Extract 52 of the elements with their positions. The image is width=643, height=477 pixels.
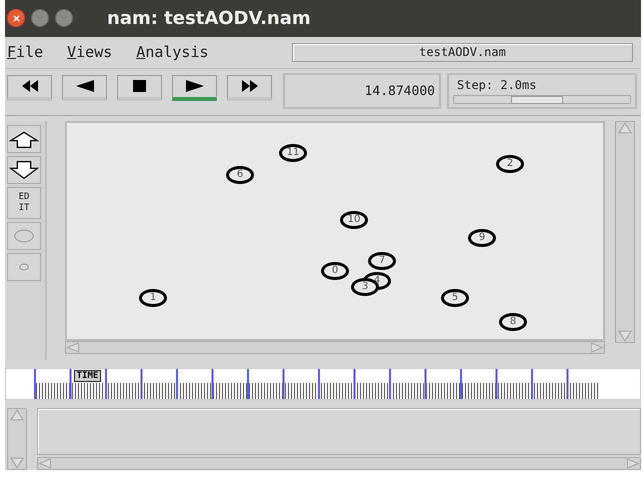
stop-icon xyxy=(131,79,148,94)
horizontal-scrollbar[interactable] xyxy=(65,340,605,354)
circle-button[interactable] xyxy=(7,252,41,281)
rewind-button[interactable] xyxy=(7,74,52,101)
down-arrow-icon[interactable] xyxy=(9,457,25,469)
network-node: 2 xyxy=(496,154,524,173)
rewind-icon xyxy=(20,79,40,94)
network-node: 8 xyxy=(499,312,527,331)
vertical-scrollbar[interactable] xyxy=(615,120,635,343)
timeline[interactable]: TIME xyxy=(5,368,641,400)
circle-button[interactable] xyxy=(7,222,41,250)
up-arrow-icon[interactable] xyxy=(9,409,25,422)
network-node: 7 xyxy=(368,252,396,270)
right-arrow-icon[interactable] xyxy=(590,342,604,353)
network-node: 10 xyxy=(340,210,368,229)
step-slider[interactable] xyxy=(453,94,631,104)
time-display: 14.874000 xyxy=(283,72,441,109)
left-arrow-icon[interactable] xyxy=(38,458,52,469)
window-title: nam: testAODV.nam xyxy=(107,8,311,29)
vertical-scrollbar[interactable] xyxy=(7,408,27,470)
edit-button[interactable]: EDIT xyxy=(7,186,41,219)
maximize-button[interactable] xyxy=(55,9,73,28)
step-label: Step: 2.0ms xyxy=(457,78,536,92)
fast-forward-icon xyxy=(240,79,260,94)
time-slider-handle[interactable]: TIME xyxy=(74,370,102,382)
network-node: 0 xyxy=(321,262,349,280)
network-node: 6 xyxy=(226,166,254,184)
menu-item[interactable]: Analysis xyxy=(136,43,209,62)
close-icon xyxy=(12,14,20,23)
menu-item[interactable]: Views xyxy=(67,43,112,62)
annotation-area[interactable] xyxy=(37,408,641,455)
play-icon xyxy=(184,79,206,94)
slider-thumb[interactable] xyxy=(510,96,563,104)
horizontal-scrollbar[interactable] xyxy=(37,457,641,470)
right-arrow-icon[interactable] xyxy=(626,458,640,469)
menu-item[interactable]: File xyxy=(7,43,44,62)
network-node: 5 xyxy=(441,288,469,307)
play-button[interactable] xyxy=(172,74,217,101)
back-button[interactable] xyxy=(62,74,107,101)
fast-forward-button[interactable] xyxy=(227,74,272,101)
zoom-out-button[interactable] xyxy=(7,156,41,184)
network-node: 11 xyxy=(279,144,307,162)
up-arrow-icon[interactable] xyxy=(617,122,633,134)
stop-button[interactable] xyxy=(117,74,162,101)
close-button[interactable] xyxy=(7,9,25,28)
left-arrow-icon[interactable] xyxy=(66,342,80,353)
network-node: 1 xyxy=(139,288,167,307)
minimize-button[interactable] xyxy=(31,9,49,28)
network-node: 9 xyxy=(468,228,496,247)
file-name-field: testAODV.nam xyxy=(292,42,633,62)
down-arrow-icon[interactable] xyxy=(617,330,633,342)
zoom-in-button[interactable] xyxy=(7,124,41,153)
